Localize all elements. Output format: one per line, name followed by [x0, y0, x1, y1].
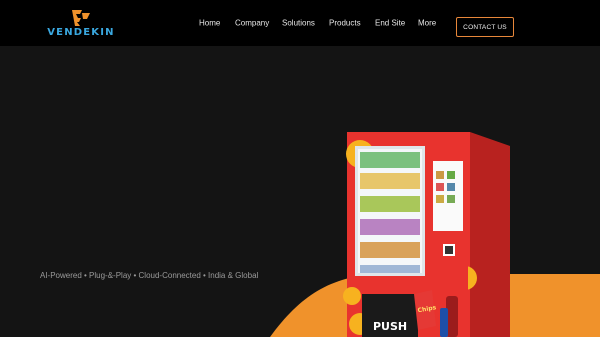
nav-company[interactable]: Company [235, 19, 269, 28]
top-navbar: VENDEKIN Home Company Solutions Products… [0, 0, 600, 46]
nav-end-site[interactable]: End Site [375, 19, 405, 28]
hero-section: PUSH Chips AI-Powered • Plug-&-Play • Cl… [0, 46, 600, 337]
brand-logo[interactable]: VENDEKIN [40, 10, 122, 40]
push-label: PUSH [373, 320, 407, 333]
brand-name: VENDEKIN [47, 27, 115, 38]
nav-products[interactable]: Products [329, 19, 361, 28]
nav-more[interactable]: More [418, 19, 436, 28]
contact-us-button[interactable]: CONTACT US [456, 17, 514, 37]
hero-tagline: AI-Powered • Plug-&-Play • Cloud-Connect… [40, 271, 259, 280]
nav-home[interactable]: Home [199, 19, 220, 28]
logo-mark-icon [72, 10, 90, 26]
vending-machine-image: PUSH Chips [343, 132, 510, 337]
nav-solutions[interactable]: Solutions [282, 19, 315, 28]
